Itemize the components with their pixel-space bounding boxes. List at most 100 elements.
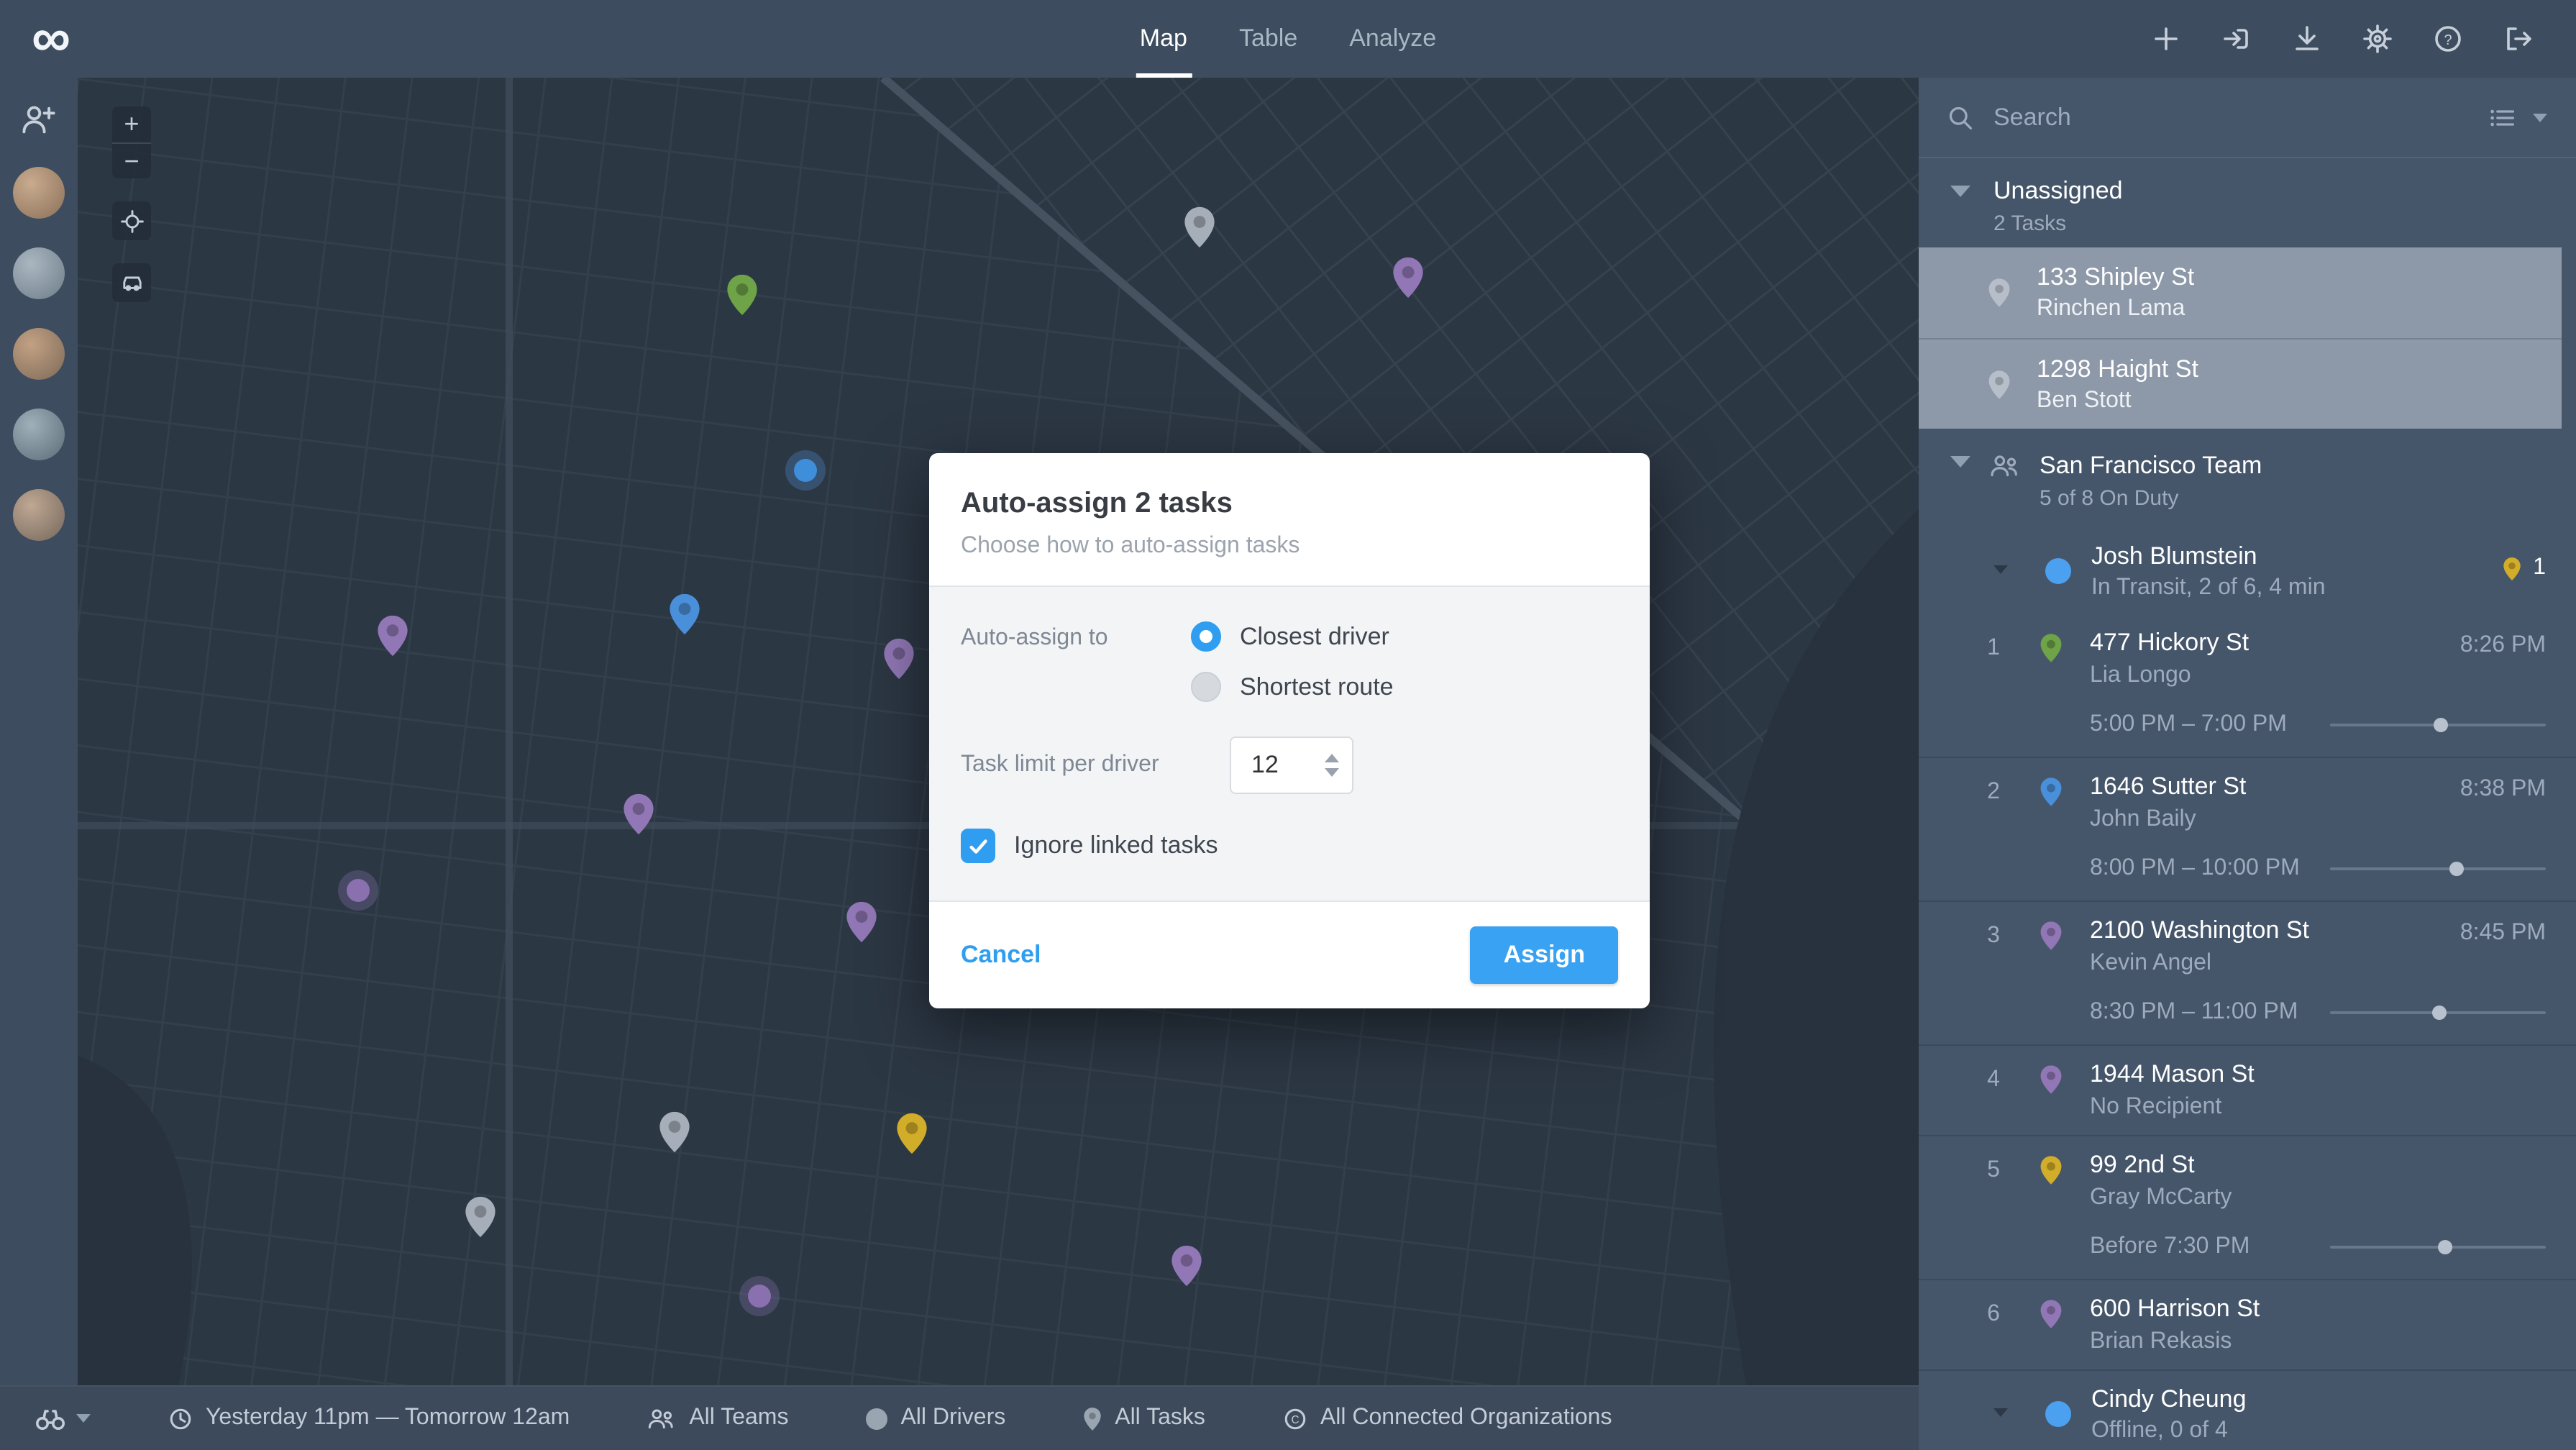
tasks-filter[interactable]: All Tasks	[1083, 1405, 1205, 1431]
tab-analyze[interactable]: Analyze	[1349, 0, 1436, 78]
task-address: 600 Harrison St	[2090, 1295, 2260, 1322]
zoom-in-button[interactable]: +	[112, 106, 151, 142]
modal-subtitle: Choose how to auto-assign tasks	[961, 534, 1300, 558]
add-driver-icon[interactable]	[20, 101, 58, 138]
task-address: 99 2nd St	[2090, 1151, 2195, 1178]
settings-gear-icon[interactable]	[2363, 24, 2392, 53]
unassigned-task-row[interactable]: 133 Shipley St Rinchen Lama	[1919, 247, 2562, 338]
shortest-route-radio[interactable]	[1191, 672, 1221, 702]
map-pin[interactable]	[1182, 205, 1215, 255]
time-window-slider[interactable]	[2330, 862, 2546, 876]
collapse-caret-icon[interactable]	[1993, 1408, 2008, 1417]
logout-icon[interactable]	[2504, 24, 2533, 53]
drivers-filter[interactable]: All Drivers	[866, 1405, 1005, 1431]
route-task-row[interactable]: 2 1646 Sutter St John Baily 8:38 PM 8:00…	[1919, 758, 2576, 902]
section-title: Unassigned	[1993, 177, 2123, 204]
tab-table[interactable]: Table	[1239, 0, 1297, 78]
cancel-button[interactable]: Cancel	[961, 941, 1041, 970]
teams-icon	[649, 1408, 673, 1428]
route-task-row[interactable]: 5 99 2nd St Gray McCarty Before 7:30 PM	[1919, 1136, 2576, 1280]
time-window-slider[interactable]	[2330, 1240, 2546, 1254]
task-recipient: Gray McCarty	[2090, 1185, 2232, 1210]
driver-avatar[interactable]	[13, 409, 65, 460]
task-limit-stepper[interactable]	[1230, 737, 1353, 794]
zoom-out-button[interactable]: −	[112, 142, 151, 178]
map-pin[interactable]	[726, 273, 759, 324]
map-pin[interactable]	[882, 637, 915, 687]
map-pin[interactable]	[1169, 1245, 1202, 1295]
export-download-icon[interactable]	[2293, 24, 2321, 53]
svg-text:C: C	[1291, 1413, 1299, 1426]
route-task-row[interactable]: 3 2100 Washington St Kevin Angel 8:45 PM…	[1919, 902, 2576, 1046]
shortest-route-option[interactable]: Shortest route	[1191, 672, 1394, 702]
time-range-filter[interactable]: Yesterday 11pm — Tomorrow 12am	[168, 1405, 570, 1431]
locate-button[interactable]	[112, 201, 151, 240]
slider-knob[interactable]	[2431, 1006, 2446, 1020]
collapse-caret-icon[interactable]	[1993, 565, 2008, 574]
map-pin[interactable]	[669, 592, 702, 642]
closest-driver-option[interactable]: Closest driver	[1191, 621, 1394, 652]
task-recipient: No Recipient	[2090, 1095, 2222, 1119]
traffic-car-button[interactable]	[112, 263, 151, 302]
task-limit-input[interactable]	[1231, 749, 1306, 781]
map-pin[interactable]	[376, 614, 409, 665]
binoculars-caret-icon[interactable]	[76, 1414, 91, 1423]
svg-text:?: ?	[2444, 32, 2452, 48]
map-pin[interactable]	[895, 1111, 928, 1162]
route-task-row[interactable]: 6 600 Harrison St Brian Rekasis	[1919, 1280, 2576, 1371]
nav-tabs: Map Table Analyze	[1135, 0, 1436, 78]
onfleet-logo-icon[interactable]: ∞	[32, 3, 70, 75]
slider-knob[interactable]	[2438, 1240, 2452, 1254]
driver-status: Offline, 0 of 4	[2091, 1418, 2228, 1442]
driver-name: Cindy Cheung	[2091, 1385, 2247, 1412]
add-task-icon[interactable]	[2152, 24, 2180, 53]
view-finder-control[interactable]	[35, 1405, 91, 1431]
slider-knob[interactable]	[2434, 718, 2448, 732]
map-dot-marker[interactable]	[793, 458, 817, 482]
driver-rail	[0, 78, 78, 1385]
route-task-row[interactable]: 4 1944 Mason St No Recipient	[1919, 1046, 2576, 1136]
driver-row-cindy[interactable]: Cindy Cheung Offline, 0 of 4	[1919, 1371, 2576, 1450]
team-section-header[interactable]: San Francisco Team 5 of 8 On Duty	[1919, 429, 2576, 528]
slider-knob[interactable]	[2449, 862, 2463, 876]
route-task-row[interactable]: 1 477 Hickory St Lia Longo 8:26 PM 5:00 …	[1919, 614, 2576, 758]
driver-status-dot	[2045, 558, 2071, 584]
list-view-icon[interactable]	[2490, 104, 2516, 130]
map-pin[interactable]	[1392, 256, 1425, 306]
collapse-caret-icon[interactable]	[1950, 456, 1970, 468]
map-pin[interactable]	[846, 900, 879, 951]
driver-avatar[interactable]	[13, 247, 65, 299]
time-window-slider[interactable]	[2330, 718, 2546, 732]
section-count: 2 Tasks	[1993, 211, 2067, 236]
import-icon[interactable]	[2222, 24, 2251, 53]
unassigned-section-header[interactable]: Unassigned 2 Tasks	[1919, 158, 2576, 247]
ignore-linked-checkbox[interactable]	[961, 829, 995, 863]
driver-avatar[interactable]	[13, 489, 65, 541]
time-window-slider[interactable]	[2330, 1006, 2546, 1020]
collapse-caret-icon[interactable]	[1950, 186, 1970, 197]
map-pin[interactable]	[465, 1195, 498, 1245]
ignore-linked-label: Ignore linked tasks	[1014, 831, 1218, 859]
search-input[interactable]	[1991, 101, 2472, 133]
driver-avatar[interactable]	[13, 167, 65, 219]
map-pin[interactable]	[623, 793, 656, 843]
help-icon[interactable]: ?	[2434, 24, 2462, 53]
closest-driver-radio[interactable]	[1191, 621, 1221, 652]
map-pin[interactable]	[657, 1110, 690, 1160]
team-title: San Francisco Team	[2040, 452, 2262, 479]
map-dot-marker[interactable]	[346, 879, 370, 903]
stepper-down-icon[interactable]	[1325, 768, 1339, 777]
tab-map[interactable]: Map	[1135, 0, 1192, 78]
assign-button[interactable]: Assign	[1470, 926, 1618, 984]
driver-row-josh[interactable]: Josh Blumstein In Transit, 2 of 6, 4 min…	[1919, 528, 2576, 614]
unassigned-task-row[interactable]: 1298 Haight St Ben Stott	[1919, 338, 2562, 429]
driver-avatar[interactable]	[13, 328, 65, 380]
filter-caret-icon[interactable]	[2533, 113, 2547, 122]
filter-bar: Yesterday 11pm — Tomorrow 12am All Teams…	[0, 1385, 1919, 1450]
map-dot-marker[interactable]	[747, 1285, 771, 1308]
teams-filter[interactable]: All Teams	[647, 1405, 788, 1431]
task-eta: 8:38 PM	[2459, 777, 2546, 801]
orgs-filter[interactable]: C All Connected Organizations	[1283, 1405, 1612, 1431]
stepper-up-icon[interactable]	[1325, 754, 1339, 762]
team-status: 5 of 8 On Duty	[2040, 486, 2179, 511]
